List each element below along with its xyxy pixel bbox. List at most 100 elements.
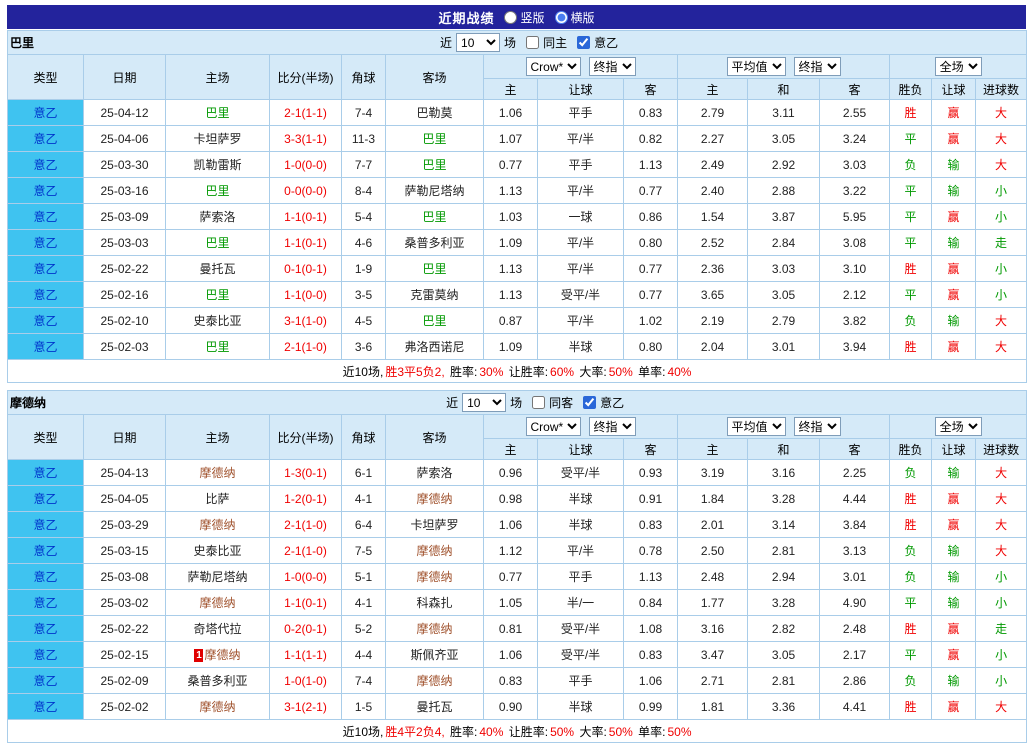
away-team-cell: 斯佩齐亚	[386, 642, 484, 668]
result-outcome-cell: 平	[890, 204, 932, 230]
odds-cell: 1.06	[484, 642, 538, 668]
odds-cell: 0.81	[484, 616, 538, 642]
result-goals-cell: 走	[976, 230, 1027, 256]
average-select[interactable]: 平均值	[727, 417, 786, 436]
near-label: 近	[440, 34, 452, 51]
away-team-cell: 巴里	[386, 204, 484, 230]
odds-cell: 3.14	[748, 512, 820, 538]
fulltime-scope-select[interactable]: 全场	[935, 57, 982, 76]
away-team-cell: 巴里	[386, 152, 484, 178]
odds-cell: 1.54	[678, 204, 748, 230]
league-filter-checkbox[interactable]	[583, 396, 596, 409]
same-venue-checkbox[interactable]	[532, 396, 545, 409]
odds-cell: 2.36	[678, 256, 748, 282]
average-stage-select[interactable]: 终指	[794, 57, 841, 76]
score-cell: 2-1(1-0)	[270, 538, 342, 564]
league-filter-checkbox[interactable]	[577, 36, 590, 49]
average-select[interactable]: 平均值	[727, 57, 786, 76]
layout-horizontal-option[interactable]: 横版	[555, 9, 595, 26]
odds-cell: 2.52	[678, 230, 748, 256]
corner-cell: 7-7	[342, 152, 386, 178]
odds-cell: 2.79	[678, 100, 748, 126]
odds-cell: 3.87	[748, 204, 820, 230]
home-team-name: 萨勒尼塔纳	[187, 570, 247, 584]
odds-cell: 3.05	[748, 642, 820, 668]
result-goals-cell: 小	[976, 204, 1027, 230]
odds-cell: 1.81	[678, 694, 748, 720]
result-outcome-cell: 平	[890, 282, 932, 308]
column-header: 胜负	[890, 79, 932, 100]
column-header: 角球	[342, 55, 386, 100]
away-team-cell: 摩德纳	[386, 538, 484, 564]
average-stage-select[interactable]: 终指	[794, 417, 841, 436]
odds-cell: 平手	[538, 564, 624, 590]
odds-cell: 2.19	[678, 308, 748, 334]
odds-cell: 1.02	[624, 308, 678, 334]
odds-cell: 1.12	[484, 538, 538, 564]
result-goals-cell: 大	[976, 152, 1027, 178]
home-team-cell: 摩德纳	[166, 460, 270, 486]
result-handicap-cell: 赢	[932, 694, 976, 720]
filters: 近10场同客意乙	[446, 393, 624, 412]
odds-cell: 1.07	[484, 126, 538, 152]
recent-count-select[interactable]: 10	[462, 393, 506, 412]
odds-cell: 受平/半	[538, 642, 624, 668]
odds-cell: 3.05	[748, 126, 820, 152]
section-filter-bar: 巴里近10场同主意乙	[10, 33, 1024, 52]
layout-vertical-option[interactable]: 竖版	[504, 9, 544, 26]
column-header: 客	[624, 439, 678, 460]
away-team-name: 摩德纳	[416, 622, 452, 636]
away-team-name: 巴里	[422, 132, 446, 146]
summary-segment: 胜率:	[447, 725, 478, 739]
recent-count-select[interactable]: 10	[456, 33, 500, 52]
odds-cell: 3.36	[748, 694, 820, 720]
result-handicap-cell: 赢	[932, 512, 976, 538]
result-goals-cell: 大	[976, 334, 1027, 360]
odds-cell: 0.83	[484, 668, 538, 694]
layout-horizontal-radio[interactable]	[555, 11, 568, 24]
corner-cell: 5-4	[342, 204, 386, 230]
column-header: 比分(半场)	[270, 55, 342, 100]
home-team-cell: 曼托瓦	[166, 256, 270, 282]
odds-cell: 3.24	[820, 126, 890, 152]
result-outcome-cell: 平	[890, 642, 932, 668]
filters: 近10场同主意乙	[440, 33, 618, 52]
odds-cell: 0.86	[624, 204, 678, 230]
bookmaker-stage-select[interactable]: 终指	[589, 57, 636, 76]
date-cell: 25-02-10	[84, 308, 166, 334]
match-row: 意乙25-03-30凯勒雷斯1-0(0-0)7-7巴里0.77平手1.132.4…	[8, 152, 1027, 178]
odds-group-header: 全场	[890, 415, 1027, 439]
odds-cell: 1.13	[624, 564, 678, 590]
score-cell: 1-1(0-0)	[270, 282, 342, 308]
score-cell: 1-2(0-1)	[270, 486, 342, 512]
home-team-name: 史泰比亚	[193, 544, 241, 558]
home-team-cell: 1摩德纳	[166, 642, 270, 668]
bookmaker-stage-select[interactable]: 终指	[589, 417, 636, 436]
score-cell: 0-2(0-1)	[270, 616, 342, 642]
result-handicap-cell: 赢	[932, 642, 976, 668]
odds-cell: 0.93	[624, 460, 678, 486]
summary-segment: 50%	[609, 365, 633, 379]
layout-vertical-radio[interactable]	[504, 11, 517, 24]
odds-cell: 平/半	[538, 308, 624, 334]
layout-vertical-label: 竖版	[520, 9, 544, 26]
page-title: 近期战绩	[438, 8, 494, 27]
away-team-name: 萨勒尼塔纳	[404, 184, 464, 198]
odds-cell: 受平/半	[538, 282, 624, 308]
bookmaker-select[interactable]: Crow*	[526, 417, 581, 436]
home-team-cell: 摩德纳	[166, 512, 270, 538]
same-venue-checkbox[interactable]	[526, 36, 539, 49]
odds-cell: 0.91	[624, 486, 678, 512]
date-cell: 25-03-08	[84, 564, 166, 590]
corner-cell: 4-5	[342, 308, 386, 334]
odds-cell: 3.16	[748, 460, 820, 486]
odds-cell: 3.01	[820, 564, 890, 590]
bookmaker-select[interactable]: Crow*	[526, 57, 581, 76]
odds-cell: 2.50	[678, 538, 748, 564]
date-cell: 25-04-12	[84, 100, 166, 126]
odds-cell: 2.71	[678, 668, 748, 694]
result-outcome-cell: 负	[890, 668, 932, 694]
fulltime-scope-select[interactable]: 全场	[935, 417, 982, 436]
home-team-name: 曼托瓦	[199, 262, 235, 276]
corner-cell: 6-4	[342, 512, 386, 538]
